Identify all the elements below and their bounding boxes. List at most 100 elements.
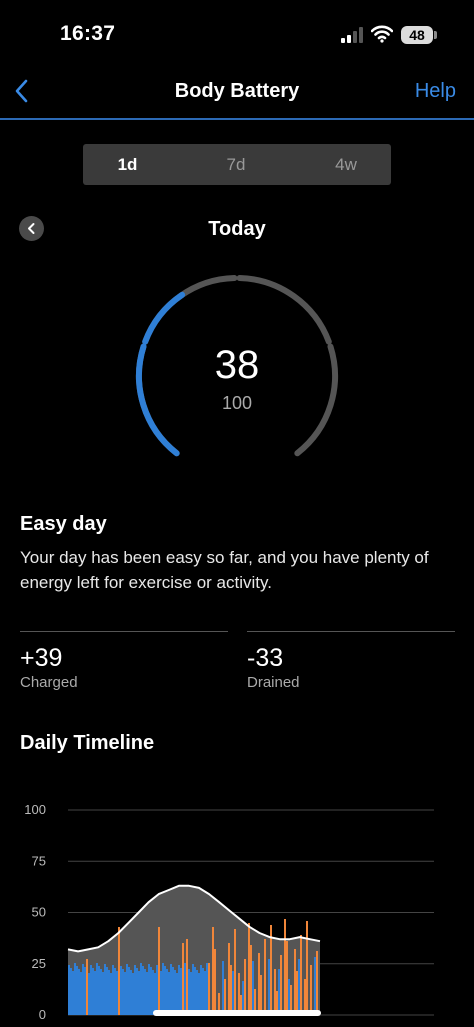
- charge-bar: [178, 965, 180, 1015]
- stress-bar: [212, 927, 214, 1015]
- charge-bar: [172, 967, 174, 1015]
- charge-bar: [104, 964, 106, 1015]
- charge-bar: [190, 972, 192, 1015]
- stress-bar: [310, 965, 312, 1015]
- charge-bar: [154, 973, 156, 1015]
- stress-bar: [234, 929, 236, 1015]
- battery-indicator: 48: [401, 26, 433, 44]
- drained-value: -33: [247, 644, 284, 672]
- charge-bar: [70, 968, 72, 1015]
- stress-bar: [182, 943, 184, 1015]
- charge-bar: [152, 970, 154, 1015]
- wifi-icon: [371, 25, 393, 43]
- charge-bar: [98, 966, 100, 1015]
- charge-bar: [84, 967, 86, 1015]
- stress-bar: [258, 953, 260, 1015]
- y-tick-label: 100: [24, 802, 46, 817]
- charge-bar: [144, 969, 146, 1015]
- charge-bar: [90, 965, 92, 1015]
- nav-divider: [0, 118, 474, 120]
- charge-bar: [198, 973, 200, 1015]
- charge-bar: [170, 964, 172, 1015]
- charge-bar: [188, 969, 190, 1015]
- y-tick-label: 0: [39, 1007, 46, 1022]
- stress-bar: [260, 975, 262, 1015]
- help-link[interactable]: Help: [415, 80, 456, 103]
- charge-bar: [82, 964, 84, 1015]
- stress-bar: [186, 939, 188, 1015]
- charge-bar: [78, 969, 80, 1015]
- charge-bar: [298, 959, 300, 1015]
- gauge-fill-segment: [142, 291, 186, 345]
- tab-4w[interactable]: 4w: [301, 144, 391, 185]
- charge-bar: [76, 966, 78, 1015]
- charge-bar: [278, 969, 280, 1015]
- timeline-title: Daily Timeline: [20, 732, 155, 754]
- stress-bar: [296, 971, 298, 1015]
- charge-bar: [252, 961, 254, 1015]
- charge-bar: [200, 965, 202, 1015]
- stress-bar: [248, 923, 250, 1015]
- charged-value: +39: [20, 644, 63, 672]
- charge-bar: [160, 971, 162, 1015]
- charge-bar: [68, 965, 70, 1015]
- stress-bar: [214, 949, 216, 1015]
- charge-bar: [184, 963, 186, 1015]
- charge-bar: [124, 972, 126, 1015]
- charge-bar: [176, 973, 178, 1015]
- charged-label: Charged: [20, 674, 78, 691]
- charge-bar: [100, 969, 102, 1015]
- charge-bar: [192, 964, 194, 1015]
- charge-bar: [106, 967, 108, 1015]
- charge-bar: [72, 971, 74, 1015]
- cellular-signal-icon: [341, 27, 363, 43]
- stress-bar: [264, 939, 266, 1015]
- home-indicator[interactable]: [153, 1010, 321, 1016]
- charge-bar: [126, 964, 128, 1015]
- y-tick-label: 50: [32, 905, 46, 920]
- range-segmented-control: 1d 7d 4w: [83, 144, 391, 185]
- charge-bar: [116, 971, 118, 1015]
- charge-bar: [128, 967, 130, 1015]
- charge-bar: [112, 965, 114, 1015]
- stress-bar: [280, 955, 282, 1015]
- charge-bar: [150, 967, 152, 1015]
- charge-bar: [120, 966, 122, 1015]
- charge-bar: [314, 957, 316, 1015]
- stress-bar: [300, 935, 302, 1015]
- stress-bar: [228, 943, 230, 1015]
- charge-bar: [232, 971, 234, 1015]
- stress-bar: [158, 927, 160, 1015]
- daily-timeline-chart: 100 75 50 25 0: [24, 802, 434, 1022]
- battery-tip: [434, 31, 437, 39]
- gauge-track-segment: [142, 275, 238, 345]
- stress-bar: [306, 921, 308, 1015]
- charge-bar: [108, 970, 110, 1015]
- charge-bar: [110, 973, 112, 1015]
- charge-bar: [148, 964, 150, 1015]
- charge-bar: [92, 968, 94, 1015]
- charge-bar: [130, 970, 132, 1015]
- charge-bar: [134, 965, 136, 1015]
- gauge-max: 100: [221, 393, 253, 413]
- charge-bar: [268, 959, 270, 1015]
- charge-bar: [204, 971, 206, 1015]
- drained-label: Drained: [247, 674, 300, 691]
- charge-bar: [174, 970, 176, 1015]
- stress-bar: [284, 919, 286, 1015]
- charge-bar: [166, 969, 168, 1015]
- charge-bar: [80, 972, 82, 1015]
- drained-divider: [247, 631, 455, 632]
- y-tick-label: 25: [32, 956, 46, 971]
- stress-bar: [230, 965, 232, 1015]
- stress-bar: [244, 959, 246, 1015]
- charge-bar: [138, 971, 140, 1015]
- charge-bar: [88, 973, 90, 1015]
- summary-description: Your day has been easy so far, and you h…: [20, 548, 429, 592]
- charge-bar: [222, 961, 224, 1015]
- tab-1d[interactable]: 1d: [83, 144, 172, 185]
- charge-bar: [162, 963, 164, 1015]
- charge-bar: [114, 968, 116, 1015]
- tab-7d[interactable]: 7d: [191, 144, 281, 185]
- stress-bar: [208, 963, 210, 1015]
